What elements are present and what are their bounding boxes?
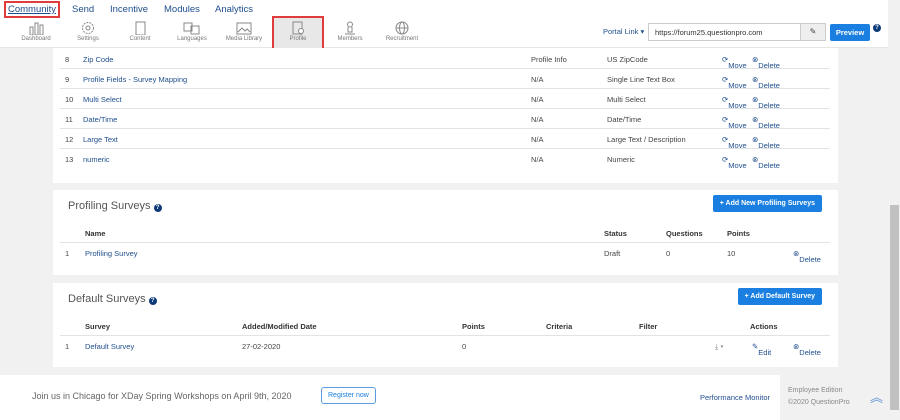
image-icon — [236, 22, 252, 35]
bar-chart-icon — [29, 22, 44, 35]
edit-button[interactable]: ✎ Edit — [752, 342, 771, 357]
field-link[interactable]: Zip Code — [83, 55, 113, 64]
profile-fields-panel: 8 Zip Code Profile Info US ZipCode ⟳ Mov… — [53, 48, 838, 183]
pencil-icon[interactable]: ✎ — [800, 23, 826, 41]
move-button[interactable]: ⟳ Move — [722, 55, 747, 70]
promo-text: Join us in Chicago for XDay Spring Works… — [32, 391, 292, 401]
scroll-top-icon[interactable]: ︽ — [870, 387, 883, 406]
document-icon — [135, 21, 146, 35]
move-button[interactable]: ⟳ Move — [722, 135, 747, 150]
table-row: 12 Large Text N/A Large Text / Descripti… — [60, 129, 830, 150]
profiling-surveys-title: Profiling Surveys ? — [68, 200, 162, 212]
top-nav: Community Send Incentive Modules Analyti… — [0, 0, 888, 18]
field-link[interactable]: Date/Time — [83, 115, 117, 124]
tool-dashboard[interactable]: Dashboard — [8, 18, 64, 48]
default-surveys-panel: Default Surveys ? + Add Default Survey S… — [53, 283, 838, 367]
download-icon[interactable]: ⤓ ▾ — [715, 342, 724, 352]
table-row: 1 Default Survey 27-02-2020 0 ⤓ ▾ ✎ Edit… — [65, 342, 821, 357]
delete-button[interactable]: ⊗ Delete — [793, 249, 821, 264]
tool-settings[interactable]: Settings — [60, 18, 116, 48]
default-surveys-title: Default Surveys ? — [68, 293, 157, 305]
tool-media-library[interactable]: Media Library — [216, 18, 272, 48]
profile-icon — [292, 21, 304, 35]
delete-button[interactable]: ⊗ Delete — [752, 75, 780, 90]
tool-languages[interactable]: Languages — [164, 18, 220, 48]
move-button[interactable]: ⟳ Move — [722, 115, 747, 130]
tool-content[interactable]: Content — [112, 18, 168, 48]
delete-button[interactable]: ⊗ Delete — [752, 155, 780, 170]
move-button[interactable]: ⟳ Move — [722, 75, 747, 90]
globe-icon — [395, 21, 409, 35]
table-row: 9 Profile Fields - Survey Mapping N/A Si… — [60, 69, 830, 90]
profiling-surveys-panel: Profiling Surveys ? + Add New Profiling … — [53, 190, 838, 275]
tool-recruitment[interactable]: Recruitment — [374, 18, 430, 48]
table-row: 1 Profiling Survey Draft 0 10 ⊗ Delete — [65, 249, 821, 264]
survey-link[interactable]: Profiling Survey — [85, 249, 138, 258]
move-button[interactable]: ⟳ Move — [722, 155, 747, 170]
preview-button[interactable]: Preview — [830, 24, 870, 41]
delete-button[interactable]: ⊗ Delete — [752, 135, 780, 150]
move-button[interactable]: ⟳ Move — [722, 95, 747, 110]
survey-link[interactable]: Default Survey — [85, 342, 134, 351]
field-link[interactable]: Multi Select — [83, 95, 122, 104]
table-row: 8 Zip Code Profile Info US ZipCode ⟳ Mov… — [60, 49, 830, 70]
add-default-survey-button[interactable]: + Add Default Survey — [737, 288, 822, 305]
field-link[interactable]: Large Text — [83, 135, 118, 144]
tool-members[interactable]: Members — [322, 18, 378, 48]
help-icon[interactable]: ? — [153, 204, 162, 212]
delete-button[interactable]: ⊗ Delete — [752, 115, 780, 130]
gear-icon — [82, 22, 94, 34]
delete-button[interactable]: ⊗ Delete — [752, 95, 780, 110]
help-icon[interactable]: ? — [873, 24, 881, 32]
nav-analytics[interactable]: Analytics — [215, 4, 253, 15]
delete-button[interactable]: ⊗ Delete — [793, 342, 821, 357]
field-link[interactable]: numeric — [83, 155, 110, 164]
add-profiling-survey-button[interactable]: + Add New Profiling Surveys — [712, 195, 822, 212]
table-row: 11 Date/Time N/A Date/Time ⟳ Move ⊗ Dele… — [60, 109, 830, 130]
table-header: Survey Added/Modified Date Points Criter… — [60, 316, 830, 336]
person-icon — [345, 21, 355, 35]
nav-send[interactable]: Send — [72, 4, 94, 15]
table-header: Name Status Questions Points — [60, 223, 830, 243]
table-row: 13 numeric N/A Numeric ⟳ Move ⊗ Delete — [65, 155, 780, 170]
footer: Join us in Chicago for XDay Spring Works… — [0, 375, 888, 420]
portal-link-dropdown[interactable]: Portal Link ▾ — [603, 27, 644, 36]
scrollbar-thumb[interactable] — [890, 205, 899, 410]
register-now-button[interactable]: Register now — [321, 387, 376, 404]
field-link[interactable]: Profile Fields - Survey Mapping — [83, 75, 187, 84]
tool-profile[interactable]: Profile — [272, 16, 324, 50]
delete-button[interactable]: ⊗ Delete — [752, 55, 780, 70]
nav-incentive[interactable]: Incentive — [110, 4, 148, 15]
nav-modules[interactable]: Modules — [164, 4, 200, 15]
help-icon[interactable]: ? — [148, 297, 157, 305]
table-row: 10 Multi Select N/A Multi Select ⟳ Move … — [60, 89, 830, 110]
nav-community[interactable]: Community — [4, 1, 61, 18]
translate-icon — [183, 22, 200, 35]
performance-monitor-link[interactable]: Performance Monitor — [700, 393, 770, 402]
